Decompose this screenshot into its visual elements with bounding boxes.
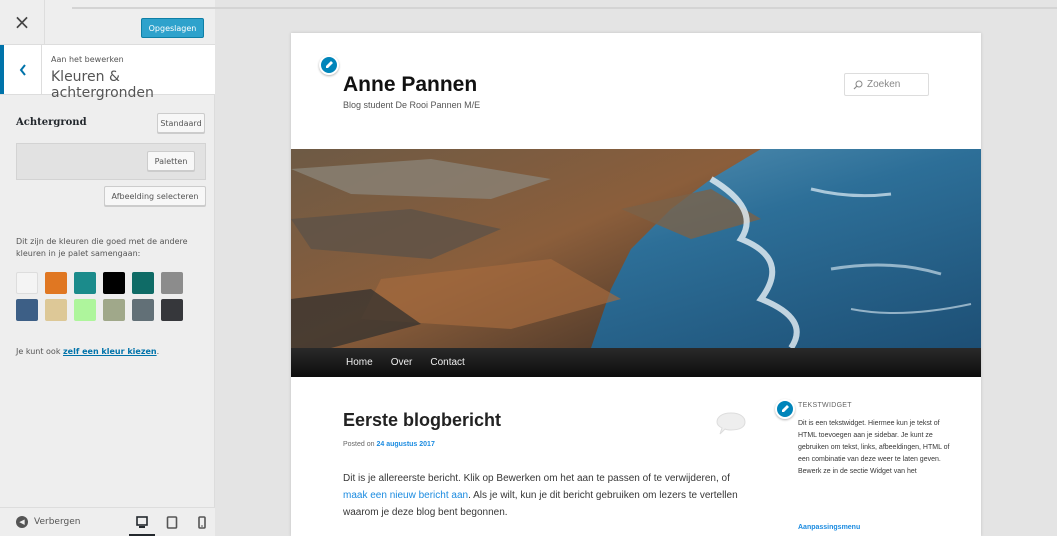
preview-divider — [72, 7, 1057, 9]
color-swatch[interactable] — [16, 299, 38, 321]
menu-item-home[interactable]: Home — [346, 357, 373, 368]
search-input[interactable]: Zoeken — [844, 73, 929, 96]
custom-color-note: Je kunt ook zelf een kleur kiezen. — [16, 347, 159, 356]
panel-footer: ◀ Verbergen — [0, 507, 215, 536]
custom-color-link[interactable]: zelf een kleur kiezen — [63, 347, 157, 356]
hide-label: Verbergen — [34, 517, 81, 527]
color-swatches — [16, 272, 192, 321]
pencil-icon — [326, 61, 333, 68]
color-swatch[interactable] — [132, 272, 154, 294]
post-date-link[interactable]: 24 augustus 2017 — [376, 441, 434, 448]
hide-controls-button[interactable]: ◀ Verbergen — [16, 516, 80, 528]
color-swatch[interactable] — [103, 299, 125, 321]
select-image-button[interactable]: Afbeelding selecteren — [104, 186, 206, 206]
background-label: Achtergrond — [16, 117, 87, 128]
menu-item-contact[interactable]: Contact — [430, 357, 464, 368]
close-button[interactable]: × — [0, 0, 45, 44]
comment-bubble-icon[interactable] — [715, 411, 747, 437]
collapse-icon: ◀ — [16, 516, 28, 528]
search-placeholder: Zoeken — [867, 79, 901, 90]
color-swatch[interactable] — [45, 299, 67, 321]
default-button[interactable]: Standaard — [157, 113, 205, 133]
mobile-icon[interactable] — [196, 516, 208, 529]
new-post-link[interactable]: maak een nieuw bericht aan — [343, 490, 468, 501]
site-preview: Anne Pannen Blog student De Rooi Pannen … — [291, 33, 981, 536]
tablet-icon[interactable] — [166, 516, 178, 529]
post-title[interactable]: Eerste blogbericht — [343, 410, 501, 431]
color-swatch[interactable] — [103, 272, 125, 294]
post-body-text: Dit is je allereerste bericht. Klik op B… — [343, 473, 730, 484]
back-button[interactable] — [0, 45, 42, 94]
save-button[interactable]: Opgeslagen — [141, 18, 204, 38]
color-swatch[interactable] — [45, 272, 67, 294]
close-icon: × — [13, 10, 31, 34]
editing-label: Aan het bewerken — [51, 55, 124, 64]
custom-note-prefix: Je kunt ook — [16, 347, 61, 356]
desktop-icon[interactable] — [136, 516, 148, 529]
color-swatch[interactable] — [161, 272, 183, 294]
header-image — [291, 149, 981, 348]
site-description: Blog student De Rooi Pannen M/E — [343, 100, 481, 110]
pencil-icon — [782, 405, 789, 412]
site-title[interactable]: Anne Pannen — [343, 73, 477, 97]
widget-title: TEKSTWIDGET — [798, 402, 852, 409]
customize-menu-link[interactable]: Aanpassingsmenu — [798, 524, 860, 531]
posted-on-label: Posted on — [343, 441, 375, 448]
color-swatch[interactable] — [16, 272, 38, 294]
widget-text: Dit is een tekstwidget. Hiermee kun je t… — [798, 420, 950, 475]
color-swatch[interactable] — [161, 299, 183, 321]
post-body: Dit is je allereerste bericht. Klik op B… — [343, 470, 748, 521]
edit-shortcut-widget[interactable] — [775, 399, 795, 419]
menu-item-over[interactable]: Over — [391, 357, 413, 368]
search-icon — [853, 80, 863, 89]
main-menu: Home Over Contact — [291, 348, 981, 377]
edit-shortcut-title[interactable] — [319, 55, 339, 75]
palette-note: Dit zijn de kleuren die goed met de ande… — [16, 237, 188, 258]
section-nav: Aan het bewerken Kleuren & achtergronden — [0, 45, 215, 101]
palettes-button[interactable]: Paletten — [147, 151, 195, 171]
chevron-left-icon — [19, 63, 26, 76]
custom-note-suffix: . — [156, 347, 160, 356]
color-swatch[interactable] — [74, 299, 96, 321]
customizer-panel: × Opgeslagen Aan het bewerken Kleuren & … — [0, 0, 215, 536]
post-meta: Posted on 24 augustus 2017 — [343, 441, 435, 448]
section-title: Kleuren & achtergronden — [51, 69, 154, 101]
color-swatch[interactable] — [132, 299, 154, 321]
color-swatch[interactable] — [74, 272, 96, 294]
